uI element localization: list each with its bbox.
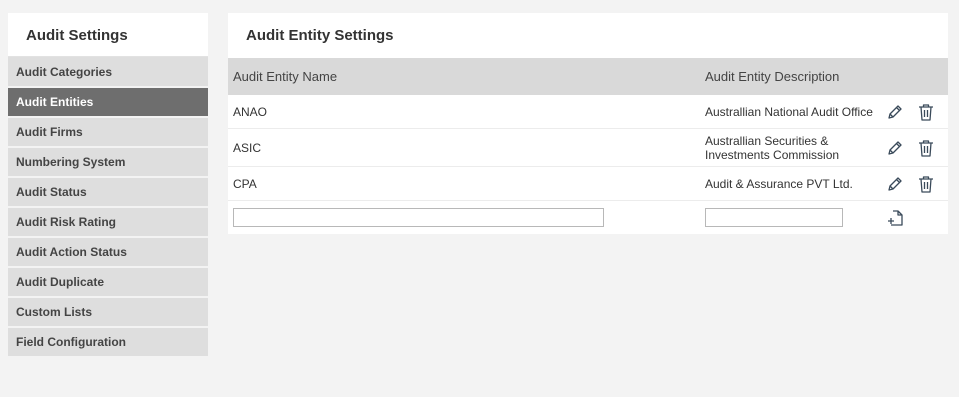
pencil-icon[interactable] (885, 138, 905, 158)
column-header-description: Audit Entity Description (700, 58, 880, 95)
entities-table: Audit Entity Name Audit Entity Descripti… (228, 58, 948, 234)
add-file-icon[interactable] (885, 208, 905, 228)
new-entity-name-input[interactable] (233, 208, 604, 227)
new-name-cell (228, 201, 700, 235)
trash-icon[interactable] (916, 102, 936, 122)
sidebar-item-field-configuration[interactable]: Field Configuration (8, 328, 208, 357)
page-title: Audit Entity Settings (228, 13, 948, 58)
new-entity-description-input[interactable] (705, 208, 843, 227)
row-actions (880, 166, 948, 201)
new-description-cell (700, 201, 880, 235)
sidebar-item-numbering-system[interactable]: Numbering System (8, 148, 208, 177)
sidebar-item-audit-risk-rating[interactable]: Audit Risk Rating (8, 208, 208, 237)
column-header-actions (880, 58, 948, 95)
entity-description-cell: Audit & Assurance PVT Ltd. (700, 166, 880, 201)
entity-name-cell: CPA (228, 166, 700, 201)
sidebar-item-audit-status[interactable]: Audit Status (8, 178, 208, 207)
entity-name-cell: ASIC (228, 128, 700, 167)
table-row: CPA Audit & Assurance PVT Ltd. (228, 166, 948, 201)
sidebar-item-audit-entities[interactable]: Audit Entities (8, 88, 208, 117)
entity-description-cell: Australlian Securities & Investments Com… (700, 128, 880, 167)
trash-icon[interactable] (916, 174, 936, 194)
table-row: ANAO Australlian National Audit Office (228, 95, 948, 129)
entity-settings-panel: Audit Entity Settings Audit Entity Name … (228, 13, 948, 234)
new-row-actions (880, 201, 948, 235)
row-actions (880, 95, 948, 129)
settings-sidebar: Audit Settings Audit Categories Audit En… (8, 13, 208, 357)
trash-icon[interactable] (916, 138, 936, 158)
pencil-icon[interactable] (885, 174, 905, 194)
table-row: ASIC Australlian Securities & Investment… (228, 128, 948, 167)
sidebar-item-audit-action-status[interactable]: Audit Action Status (8, 238, 208, 267)
pencil-icon[interactable] (885, 102, 905, 122)
column-header-name: Audit Entity Name (228, 58, 700, 95)
sidebar-item-audit-categories[interactable]: Audit Categories (8, 57, 208, 87)
row-actions (880, 128, 948, 167)
sidebar-item-audit-firms[interactable]: Audit Firms (8, 118, 208, 147)
entity-description-cell: Australlian National Audit Office (700, 95, 880, 129)
entity-name-cell: ANAO (228, 95, 700, 129)
sidebar-title: Audit Settings (8, 13, 208, 57)
table-header-row: Audit Entity Name Audit Entity Descripti… (228, 58, 948, 95)
new-entity-row (228, 201, 948, 235)
sidebar-item-audit-duplicate[interactable]: Audit Duplicate (8, 268, 208, 297)
sidebar-item-custom-lists[interactable]: Custom Lists (8, 298, 208, 327)
